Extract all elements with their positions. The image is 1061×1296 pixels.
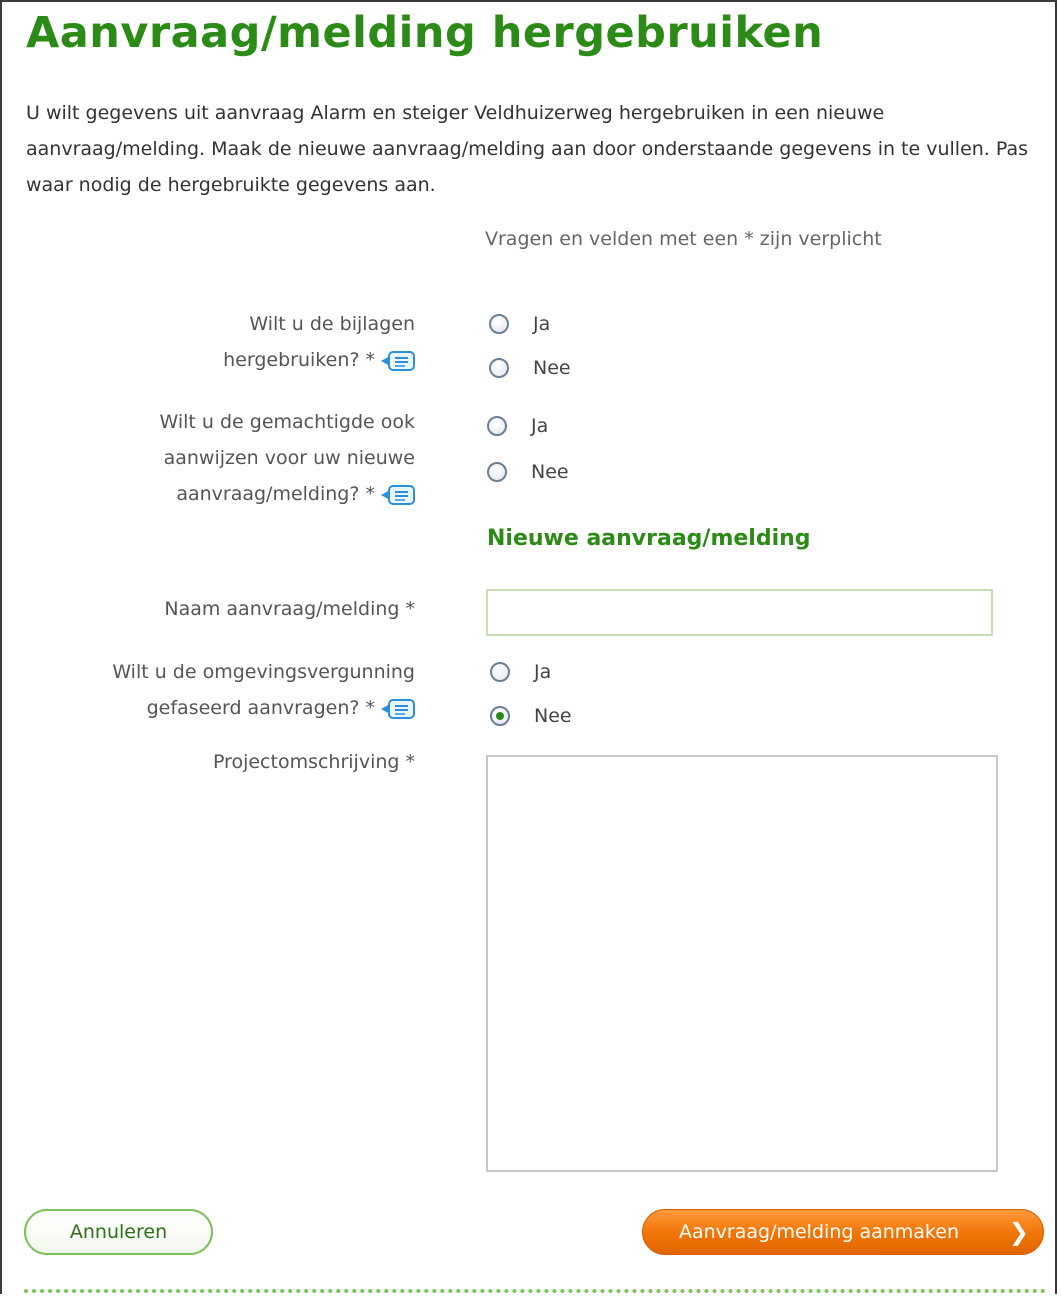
- cancel-button[interactable]: Annuleren: [24, 1209, 213, 1255]
- radio-button[interactable]: [487, 462, 507, 482]
- help-balloon-icon[interactable]: [381, 484, 415, 506]
- radio-label: Nee: [533, 357, 571, 379]
- radio-button[interactable]: [489, 314, 509, 334]
- question-label-text: aanvraag/melding? *: [176, 483, 375, 505]
- submit-button[interactable]: Aanvraag/melding aanmaken ❯: [642, 1209, 1044, 1255]
- intro-text: U wilt gegevens uit aanvraag Alarm en st…: [26, 102, 1029, 196]
- radio-label: Ja: [533, 313, 551, 335]
- radio-gefaseerd-nee[interactable]: Nee: [490, 701, 572, 731]
- question-label-line: aanwijzen voor uw nieuwe: [163, 447, 415, 469]
- radio-gemachtigde-ja[interactable]: Ja: [487, 411, 548, 441]
- radio-gefaseerd-ja[interactable]: Ja: [490, 657, 551, 687]
- question-gemachtigde-label: Wilt u de gemachtigde ook aanwijzen voor…: [159, 404, 415, 512]
- question-bijlagen-label: Wilt u de bijlagen hergebruiken? *: [223, 306, 415, 378]
- radio-label: Nee: [531, 461, 569, 483]
- radio-button[interactable]: [490, 662, 510, 682]
- question-label-line: aanvraag/melding? *: [159, 476, 415, 512]
- chevron-right-icon: ❯: [1008, 1218, 1029, 1246]
- naam-input[interactable]: [486, 589, 993, 636]
- naam-label: Naam aanvraag/melding *: [164, 598, 415, 620]
- radio-button[interactable]: [489, 358, 509, 378]
- help-balloon-icon[interactable]: [381, 698, 415, 720]
- dotted-divider: [24, 1289, 1046, 1293]
- question-label-line: Wilt u de bijlagen: [249, 313, 415, 335]
- radio-gemachtigde-nee[interactable]: Nee: [487, 457, 569, 487]
- question-label-line: hergebruiken? *: [223, 342, 415, 378]
- question-label-text: gefaseerd aanvragen? *: [146, 697, 375, 719]
- radio-label: Ja: [534, 661, 552, 683]
- question-label-line: gefaseerd aanvragen? *: [112, 690, 415, 726]
- help-balloon-icon[interactable]: [381, 350, 415, 372]
- section-title: Nieuwe aanvraag/melding: [487, 526, 811, 551]
- radio-button[interactable]: [487, 416, 507, 436]
- question-label-line: Wilt u de omgevingsvergunning: [112, 661, 415, 683]
- radio-bijlagen-ja[interactable]: Ja: [489, 309, 550, 339]
- submit-button-label: Aanvraag/melding aanmaken: [679, 1221, 959, 1243]
- projectomschrijving-label: Projectomschrijving *: [212, 751, 415, 773]
- required-note: Vragen en velden met een * zijn verplich…: [485, 228, 882, 250]
- projectomschrijving-textarea[interactable]: [486, 755, 998, 1172]
- radio-bijlagen-nee[interactable]: Nee: [489, 353, 571, 383]
- cancel-button-label: Annuleren: [69, 1221, 168, 1243]
- radio-label: Ja: [531, 415, 549, 437]
- page-title: Aanvraag/melding hergebruiken: [26, 8, 824, 58]
- radio-button-selected[interactable]: [490, 706, 510, 726]
- question-label-text: hergebruiken? *: [223, 349, 375, 371]
- question-label-line: Wilt u de gemachtigde ook: [159, 411, 415, 433]
- question-gefaseerd-label: Wilt u de omgevingsvergunning gefaseerd …: [112, 654, 415, 726]
- radio-label: Nee: [534, 705, 572, 727]
